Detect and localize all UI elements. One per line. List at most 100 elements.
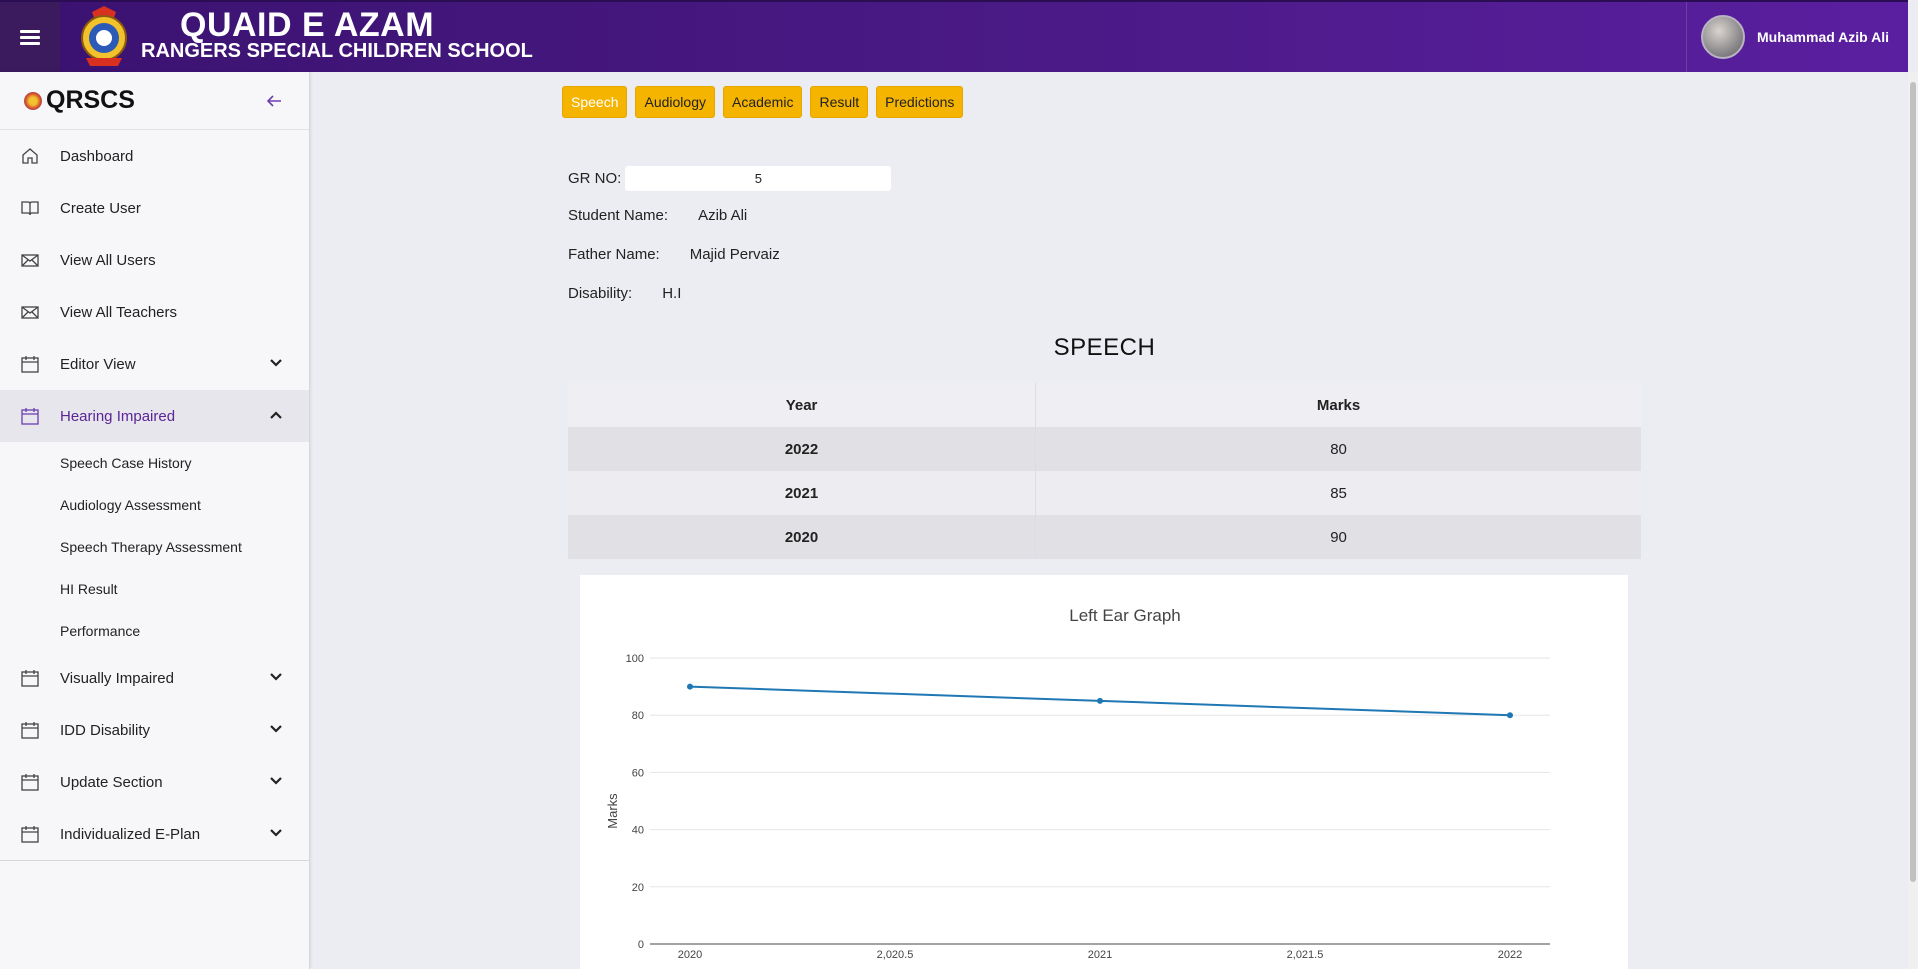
sidebar-item-label: Update Section (60, 773, 163, 791)
sidebar-item-view-all-users[interactable]: View All Users (0, 234, 309, 286)
sidebar-nav: Dashboard Create User View All Users Vie… (0, 130, 309, 442)
sidebar-item-visually-impaired[interactable]: Visually Impaired (0, 652, 309, 704)
tab-result[interactable]: Result (810, 86, 869, 118)
sidebar-item-label: Individualized E-Plan (60, 825, 201, 843)
scrollbar-thumb[interactable] (1910, 82, 1916, 882)
cell-marks: 80 (1035, 427, 1641, 471)
chevron-down-icon (270, 829, 282, 837)
y-tick-label: 100 (626, 653, 644, 665)
marks-table: Year Marks 2022 80 2021 85 2020 90 (568, 383, 1641, 559)
x-tick-label: 2020 (678, 949, 702, 961)
line-chart-svg: Left Ear Graph 0 20 40 60 80 100 2020 2,020.5 202… (605, 606, 1550, 961)
y-axis-label: Marks (605, 793, 620, 829)
sidebar-item-individualized-e-plan[interactable]: Individualized E-Plan (0, 808, 309, 860)
sidebar-item-label: IDD Disability (60, 721, 151, 739)
page-scrollbar[interactable] (1908, 72, 1918, 969)
cell-year: 2020 (568, 515, 1037, 559)
mail-icon (20, 302, 40, 322)
sidebar-item-update-section[interactable]: Update Section (0, 756, 309, 808)
chevron-down-icon (270, 777, 282, 785)
chevron-down-icon (270, 359, 282, 367)
cell-year: 2022 (568, 427, 1037, 471)
sidebar-item-editor-view[interactable]: Editor View (0, 338, 309, 390)
sidebar-item-label: View All Teachers (60, 303, 178, 321)
sidebar-brand: QRSCS (0, 72, 309, 130)
y-tick-label: 40 (632, 825, 644, 837)
cell-marks: 90 (1035, 515, 1641, 559)
home-icon (20, 146, 40, 166)
user-menu[interactable]: Muhammad Azib Ali (1686, 2, 1908, 72)
calendar-icon (20, 772, 40, 792)
menu-toggle-button[interactable] (0, 2, 60, 72)
submenu-item-speech-case-history[interactable]: Speech Case History (0, 442, 309, 484)
cell-year: 2021 (568, 471, 1037, 515)
table-row: 2021 85 (568, 471, 1641, 515)
arrow-left-icon[interactable] (265, 92, 283, 110)
chevron-down-icon (270, 673, 282, 681)
table-row: 2020 90 (568, 515, 1641, 559)
y-tick-label: 0 (638, 939, 644, 951)
sidebar-item-hearing-impaired[interactable]: Hearing Impaired (0, 390, 309, 442)
tab-academic[interactable]: Academic (722, 86, 803, 118)
submenu-item-audiology-assessment[interactable]: Audiology Assessment (0, 484, 309, 526)
gr-no-label: GR NO: (568, 170, 622, 187)
avatar[interactable] (1701, 15, 1745, 59)
calendar-icon (20, 720, 40, 740)
calendar-icon (20, 354, 40, 374)
sidebar-item-label: Visually Impaired (60, 669, 174, 687)
school-logo (81, 6, 127, 66)
table-row: 2022 80 (568, 427, 1641, 471)
x-tick-label: 2,021.5 (1287, 949, 1324, 961)
disability-row: Disability: H.I (568, 285, 681, 302)
section-tabs: Speech Audiology Academic Result Predict… (562, 86, 964, 118)
y-tick-label: 20 (632, 882, 644, 894)
gr-no-row: GR NO: (568, 166, 892, 191)
sidebar-item-create-user[interactable]: Create User (0, 182, 309, 234)
sidebar-brand-name: QRSCS (46, 86, 135, 114)
brand-logo-icon (24, 91, 42, 110)
column-header-marks: Marks (1035, 383, 1641, 427)
tab-audiology[interactable]: Audiology (635, 86, 715, 118)
chart-title: Left Ear Graph (1069, 606, 1181, 625)
sidebar-item-label: Editor View (60, 355, 136, 373)
x-tick-label: 2021 (1088, 949, 1112, 961)
submenu-item-performance[interactable]: Performance (0, 610, 309, 652)
sidebar-item-label: View All Users (60, 251, 156, 269)
calendar-icon (20, 668, 40, 688)
sidebar-item-view-all-teachers[interactable]: View All Teachers (0, 286, 309, 338)
y-tick-label: 60 (632, 767, 644, 779)
disability-label: Disability: (568, 285, 633, 302)
sidebar-item-label: Hearing Impaired (60, 407, 176, 425)
sidebar-item-idd-disability[interactable]: IDD Disability (0, 704, 309, 756)
tab-predictions[interactable]: Predictions (876, 86, 964, 118)
submenu-item-hi-result[interactable]: HI Result (0, 568, 309, 610)
sidebar-item-label: Dashboard (60, 147, 134, 165)
x-tick-label: 2,020.5 (877, 949, 914, 961)
tab-speech[interactable]: Speech (562, 86, 628, 118)
sidebar-item-dashboard[interactable]: Dashboard (0, 130, 309, 182)
sidebar-nav-secondary: Visually Impaired IDD Disability Update … (0, 652, 309, 860)
chevron-down-icon (270, 725, 282, 733)
sidebar: QRSCS Dashboard Create User View All Use… (0, 72, 310, 969)
book-icon (20, 198, 40, 218)
x-tick-label: 2022 (1498, 949, 1522, 961)
student-name-row: Student Name: Azib Ali (568, 207, 747, 224)
left-ear-chart: Left Ear Graph 0 20 40 60 80 100 2020 2,020.5 202… (580, 575, 1628, 969)
chevron-up-icon (270, 411, 282, 419)
student-name-value: Azib Ali (698, 207, 748, 224)
column-header-year: Year (568, 383, 1037, 427)
father-name-value: Majid Pervaiz (689, 246, 780, 263)
sidebar-item-label: Create User (60, 199, 141, 217)
gr-no-input[interactable] (625, 166, 892, 191)
submenu-item-speech-therapy-assessment[interactable]: Speech Therapy Assessment (0, 526, 309, 568)
sidebar-divider (0, 860, 309, 861)
main-content: Speech Audiology Academic Result Predict… (311, 72, 1908, 969)
data-point (1097, 697, 1103, 704)
data-point (1507, 712, 1513, 719)
calendar-icon (20, 406, 40, 426)
hearing-impaired-submenu: Speech Case History Audiology Assessment… (0, 442, 309, 652)
section-title: SPEECH (1053, 334, 1156, 361)
data-point (687, 683, 693, 690)
cell-marks: 85 (1035, 471, 1641, 515)
father-name-label: Father Name: (568, 246, 660, 263)
